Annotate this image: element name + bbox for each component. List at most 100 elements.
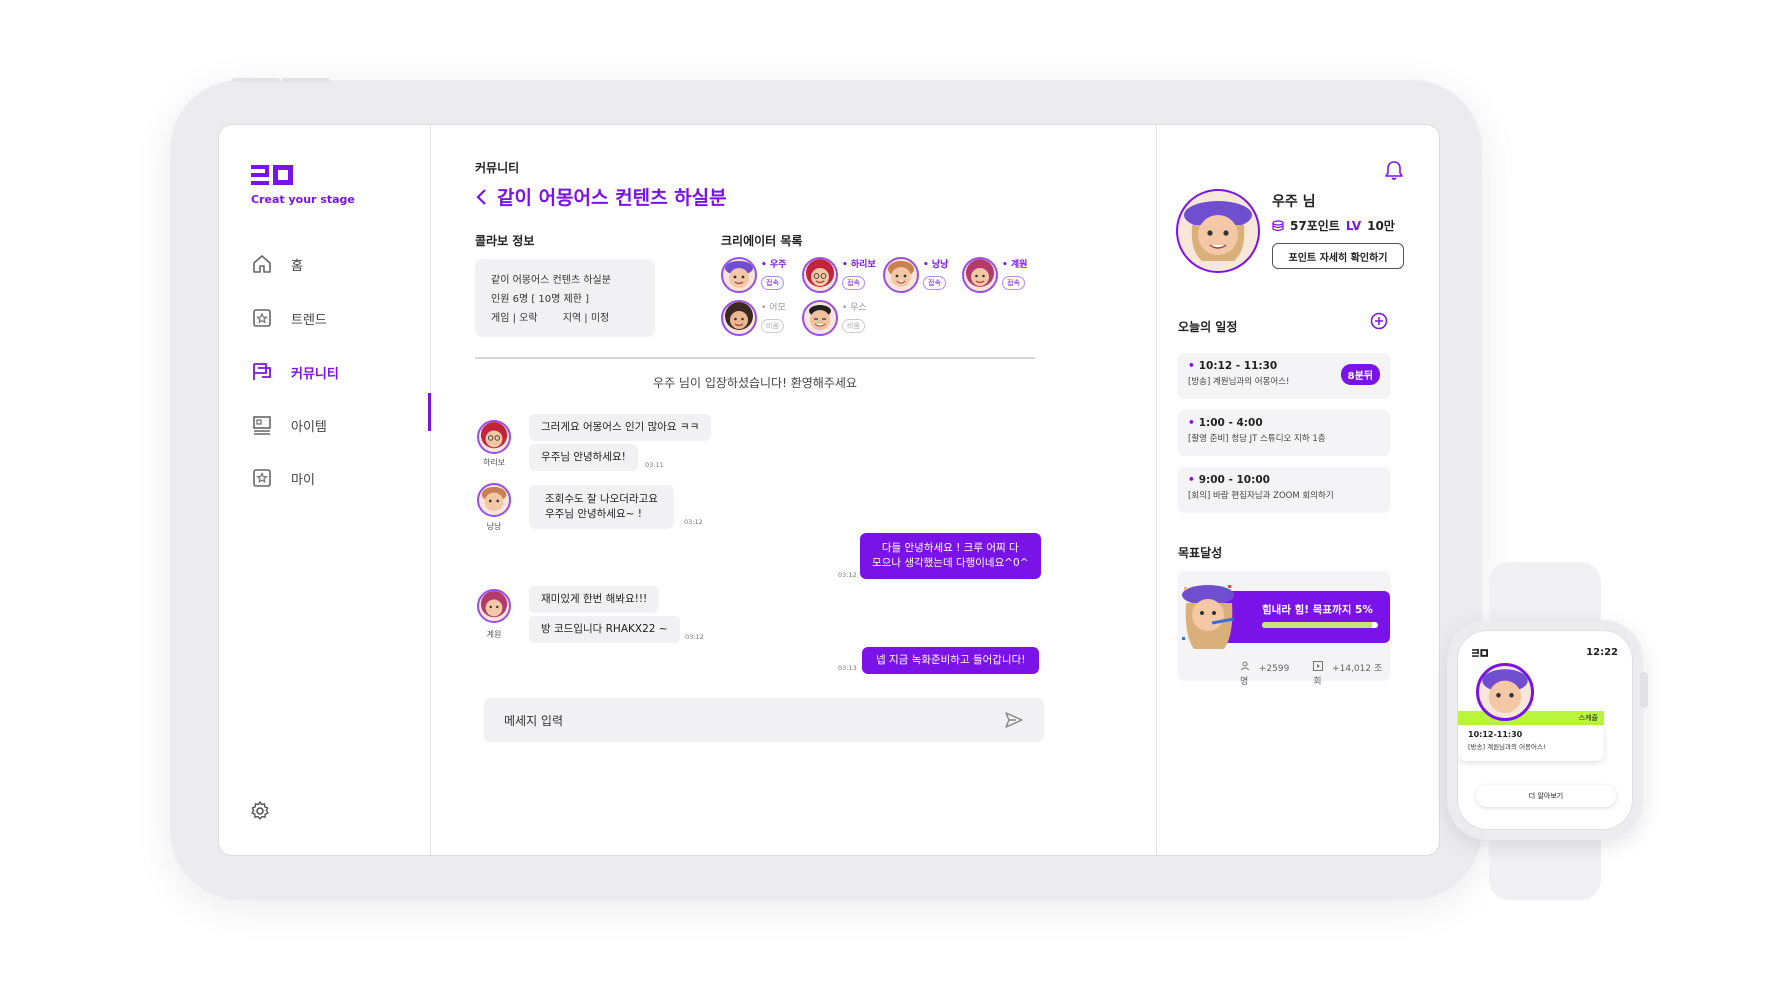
collab-line: 게임 | 오락 지역 | 미정 xyxy=(491,309,639,328)
creator-item[interactable]: • 낭낭 접속 xyxy=(883,257,948,293)
goal-avatar xyxy=(1178,579,1242,655)
creator-name: • 우스 xyxy=(842,303,867,313)
message-time: 03:12 xyxy=(684,518,703,526)
sidebar-item-trend[interactable]: 트렌드 xyxy=(251,307,327,329)
watch-avatar xyxy=(1476,663,1534,721)
logo-tagline: Creat your stage xyxy=(251,193,355,206)
watch-event-desc: [방송] 계원님과의 어몽어스! xyxy=(1468,743,1546,751)
sidebar-item-label: 트렌드 xyxy=(291,312,327,328)
message-input[interactable]: 메세지 입력 xyxy=(484,698,1044,742)
status-badge: 접속 xyxy=(923,276,946,290)
avatar xyxy=(721,300,757,336)
watch-crown[interactable] xyxy=(1640,672,1648,708)
goal-progress-fill xyxy=(1262,622,1373,628)
creator-item[interactable]: • 어모비움 xyxy=(721,300,786,336)
sidebar-item-label: 홈 xyxy=(291,258,303,274)
points-row: 57포인트 LV 10만 xyxy=(1272,217,1395,234)
tablet-volume-button xyxy=(232,78,280,82)
creator-list-title: 크리에이터 목록 xyxy=(721,234,803,248)
schedule-card[interactable]: 9:00 - 10:00 [회의] 바람 편집자님과 ZOOM 회의하기 xyxy=(1178,467,1390,513)
chat-bubble: 방 코드입니다 RHAKX22 ~ xyxy=(529,616,680,643)
watch-more-button[interactable]: 더 알아보기 xyxy=(1476,785,1616,807)
profile-avatar[interactable] xyxy=(1176,189,1260,273)
creator-item[interactable]: • 우스비움 xyxy=(802,300,867,336)
sidebar-item-my[interactable]: 마이 xyxy=(251,467,315,489)
divider xyxy=(475,357,1035,359)
chat-bubble-line: 조회수도 잘 나오더라고요 xyxy=(545,493,658,505)
chat-bubble-mine: 다들 안녕하세요 ! 크루 어찌 다 모으나 생각했는데 다행이네요^0^ xyxy=(860,533,1041,579)
status-badge: 비움 xyxy=(842,319,865,333)
active-indicator xyxy=(428,393,431,431)
collab-title: 콜라보 정보 xyxy=(475,234,535,248)
schedule-card[interactable]: 1:00 - 4:00 [촬영 준비] 청담 JT 스튜디오 지하 1층 xyxy=(1178,410,1390,456)
schedule-title: 오늘의 일정 xyxy=(1178,320,1238,334)
level-value: 10만 xyxy=(1367,219,1395,233)
creator-name: • 어모 xyxy=(761,303,786,313)
back-arrow-icon[interactable] xyxy=(475,188,487,206)
sidebar-item-item[interactable]: 아이템 xyxy=(251,414,327,436)
creator-name: • 계원 xyxy=(1002,260,1028,270)
watch-time: 12:22 xyxy=(1586,647,1618,658)
chat-main: 커뮤니티 같이 어몽어스 컨텐츠 하실분 콜라보 정보 같이 어몽어스 컨텐츠 … xyxy=(432,125,1157,855)
message-input-placeholder: 메세지 입력 xyxy=(504,713,564,728)
creator-name: • 우주 xyxy=(761,260,787,270)
goal-text: 힘내라 힘! 목표까지 5% xyxy=(1262,604,1373,616)
status-badge: 접속 xyxy=(761,276,784,290)
tablet-screen: Creat your stage 홈 트렌드 커뮤니티 아이템 마이 커뮤니티 xyxy=(218,124,1440,856)
avatar[interactable] xyxy=(477,589,511,623)
trend-icon xyxy=(253,309,271,327)
chat-bubble: 재미있게 한번 해봐요!!! xyxy=(529,586,660,613)
message-time: 03:12 xyxy=(685,633,704,641)
sender-name: 낭낭 xyxy=(486,522,502,531)
chat-bubble: 그러게요 어몽어스 인기 많아요 ㅋㅋ xyxy=(529,414,712,441)
schedule-card[interactable]: 10:12 - 11:30 [방송] 계원님과의 어몽어스! 8분뒤 xyxy=(1178,353,1390,399)
message-time: 03:13 xyxy=(838,664,857,672)
page-title-text: 같이 어몽어스 컨텐츠 하실분 xyxy=(497,187,727,209)
creator-item[interactable]: • 우주접속 xyxy=(721,257,786,293)
avatar[interactable] xyxy=(477,483,511,517)
points-detail-button[interactable]: 포인트 자세히 확인하기 xyxy=(1272,243,1404,269)
profile-panel: 우주 님 57포인트 LV 10만 포인트 자세히 확인하기 오늘의 일정 10… xyxy=(1158,125,1439,855)
add-schedule-icon[interactable] xyxy=(1370,312,1388,330)
watch-tag: 스케쥴 xyxy=(1458,711,1604,725)
bell-icon[interactable] xyxy=(1384,159,1404,181)
followers-stat: +2599명 xyxy=(1240,661,1297,687)
page-title: 같이 어몽어스 컨텐츠 하실분 xyxy=(475,183,727,210)
message-time: 03:11 xyxy=(645,461,664,469)
watch-event-card[interactable]: 10:12-11:30 [방송] 계원님과의 어몽어스! xyxy=(1458,725,1604,761)
avatar[interactable] xyxy=(477,420,511,454)
views-stat: +14,012 조회 xyxy=(1313,661,1390,687)
status-badge: 비움 xyxy=(761,319,784,333)
sidebar-item-label: 마이 xyxy=(291,472,315,488)
chat-bubble-line: 우주님 안녕하세요~ ! xyxy=(545,508,642,520)
status-badge: 접속 xyxy=(842,276,865,290)
schedule-time: 1:00 - 4:00 xyxy=(1188,417,1380,429)
collab-line: 같이 어몽어스 컨텐츠 하실분 xyxy=(491,275,611,286)
gear-icon[interactable] xyxy=(249,800,271,822)
creator-item[interactable]: • 계원 접속 xyxy=(962,257,1027,293)
creator-item[interactable]: • 하리보 접속 xyxy=(802,257,876,293)
goal-stats: +2599명 +14,012 조회 xyxy=(1240,661,1390,687)
goal-title: 목표달성 xyxy=(1178,546,1223,560)
item-icon xyxy=(253,416,271,435)
avatar xyxy=(802,257,838,293)
my-icon xyxy=(253,469,271,487)
chat-bubble-line: 다들 안녕하세요 ! 크루 어찌 다 xyxy=(881,542,1019,554)
sidebar-item-home[interactable]: 홈 xyxy=(251,253,303,275)
sidebar-item-label: 커뮤니티 xyxy=(291,366,339,382)
collab-region: 지역 | 미정 xyxy=(562,313,610,324)
sidebar-item-community[interactable]: 커뮤니티 xyxy=(251,361,339,383)
home-icon xyxy=(253,255,271,273)
collab-genre: 게임 | 오락 xyxy=(491,313,538,324)
message-time: 03:12 xyxy=(838,571,857,579)
points-value: 57포인트 xyxy=(1290,219,1340,233)
coin-icon xyxy=(1272,219,1284,231)
goal-card[interactable]: 힘내라 힘! 목표까지 5% +2599명 +14,012 조회 xyxy=(1178,571,1390,687)
logo-icon[interactable] xyxy=(251,165,293,185)
avatar xyxy=(962,257,998,293)
watch-screen: 12:22 스케쥴 10:12-11:30 [방송] 계원님과의 어몽어스! 더… xyxy=(1457,630,1633,830)
send-icon[interactable] xyxy=(1004,711,1024,729)
avatar xyxy=(721,257,757,293)
watch-event-time: 10:12-11:30 xyxy=(1468,730,1523,739)
tablet-volume-button xyxy=(282,78,330,82)
